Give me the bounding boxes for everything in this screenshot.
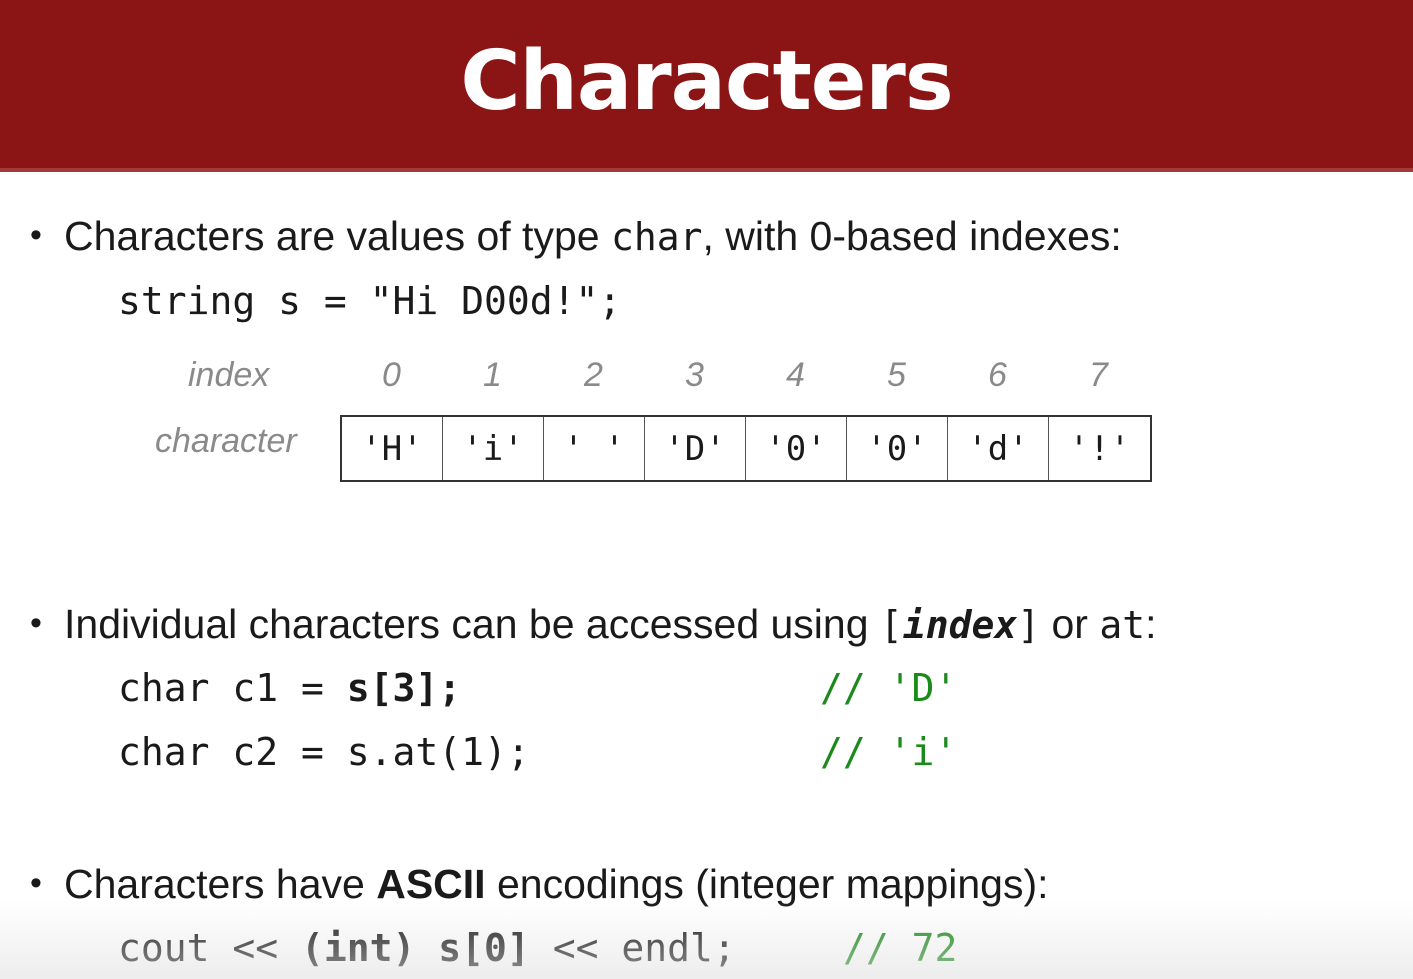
character-label: character xyxy=(155,422,297,460)
index-number: 2 xyxy=(584,356,603,394)
comment-c1: // 'D' xyxy=(820,666,958,710)
character-cell: '!' xyxy=(1068,428,1131,469)
slide-title: Characters xyxy=(460,33,953,129)
index-number: 5 xyxy=(887,356,906,394)
code-cout-bold: (int) s[0] xyxy=(301,926,530,970)
code-char-c1: char c1 = s[3]; xyxy=(118,664,461,712)
bullet-1-text-post: , with 0-based indexes: xyxy=(702,213,1122,259)
bullet-dot-icon: • xyxy=(30,216,42,254)
bullet-2-text-or: or xyxy=(1040,601,1100,647)
character-cell: 'H' xyxy=(342,417,443,480)
index-number: 4 xyxy=(786,356,805,394)
character-cell: ' ' xyxy=(544,417,645,480)
bullet-1-text-pre: Characters are values of type xyxy=(64,213,611,259)
character-array-table: 'H' 'i' ' ' 'D' '0' '0' 'd' '!' xyxy=(340,415,1152,482)
index-label: index xyxy=(188,356,270,394)
bullet-1: • Characters are values of type char, wit… xyxy=(30,211,1122,261)
character-cell: 'i' xyxy=(443,417,544,480)
bullet-dot-icon: • xyxy=(30,864,42,902)
index-number: 1 xyxy=(483,356,502,394)
bullet-2-bracket-close: ] xyxy=(1017,603,1041,647)
bullet-2-bracket-open: [ xyxy=(879,603,903,647)
bullet-1-code-char: char xyxy=(610,215,703,259)
comment-cout: // 72 xyxy=(843,926,958,970)
code-char-c1-bold: s[3]; xyxy=(346,666,462,710)
bullet-2-bracket-index: index xyxy=(902,603,1018,647)
code-char-c2: char c2 = s.at(1); xyxy=(118,730,530,774)
index-number: 6 xyxy=(988,356,1007,394)
comment-c2: // 'i' xyxy=(820,730,958,774)
index-number: 7 xyxy=(1089,356,1108,394)
bullet-3-text-pre: Characters have xyxy=(64,861,377,907)
code-char-c1-pre: char c1 = xyxy=(118,666,347,710)
index-number: 0 xyxy=(382,356,401,394)
code-string-declaration: string s = "Hi D00d!"; xyxy=(118,279,622,323)
index-number: 3 xyxy=(685,356,704,394)
bullet-2-code-at: at xyxy=(1099,603,1146,647)
character-cell: '0' xyxy=(847,417,948,480)
character-cell: 'D' xyxy=(645,417,746,480)
code-cout-pre: cout << xyxy=(118,926,302,970)
bullet-3: • Characters have ASCII encodings (intege… xyxy=(30,859,1049,908)
bullet-2-colon: : xyxy=(1145,601,1157,647)
bullet-2: • Individual characters can be accessed u… xyxy=(30,599,1157,649)
bullet-3-text-bold: ASCII xyxy=(376,861,486,907)
code-cout: cout << (int) s[0] << endl; xyxy=(118,924,736,972)
bullet-3-text-post: encodings (integer mappings): xyxy=(485,861,1049,907)
character-cell: '0' xyxy=(746,417,847,480)
bullet-2-text-pre: Individual characters can be accessed us… xyxy=(64,601,880,647)
bullet-dot-icon: • xyxy=(30,604,42,642)
title-bar: Characters xyxy=(0,0,1413,172)
character-cell: 'd' xyxy=(948,417,1049,480)
code-cout-post: << endl; xyxy=(529,926,736,970)
